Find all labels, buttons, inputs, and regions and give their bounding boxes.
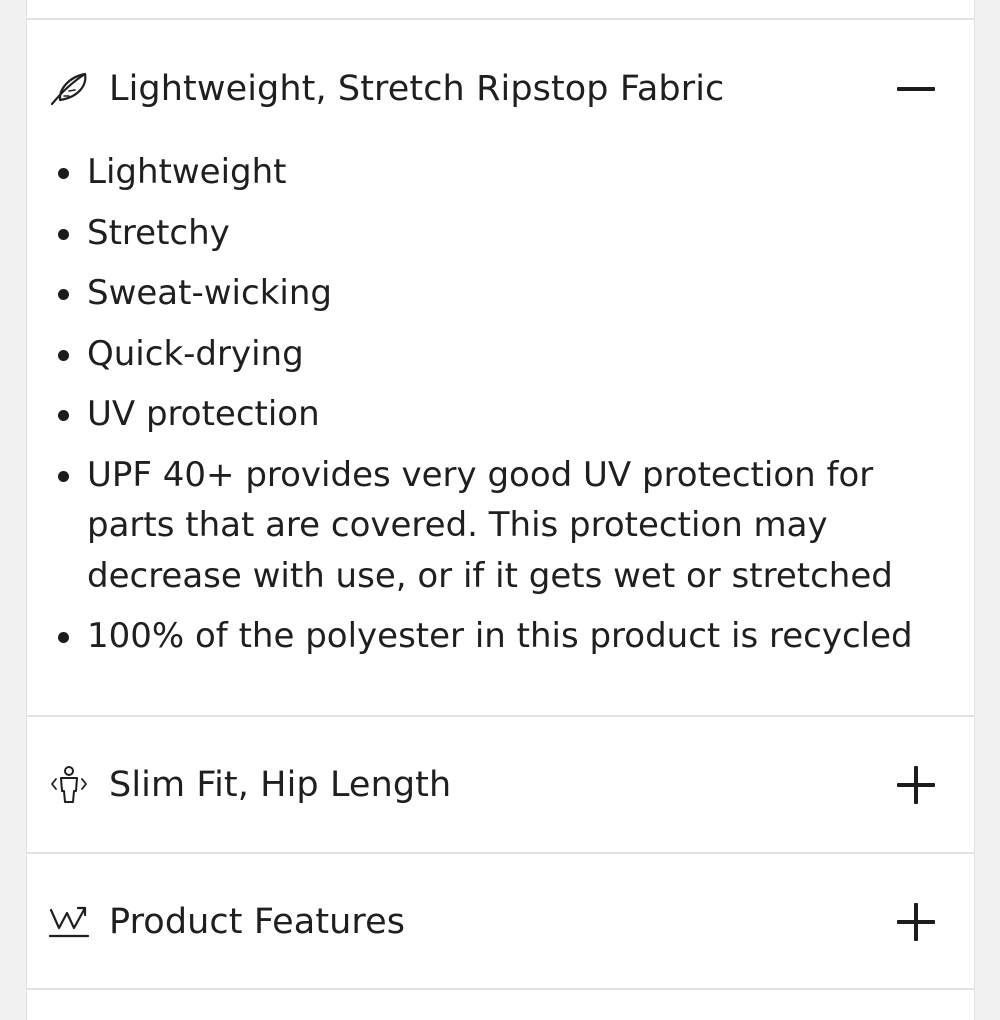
list-item: Quick-drying [57,329,937,380]
accordion-divider [27,988,974,990]
person-fit-icon [47,765,91,805]
plus-icon[interactable] [896,902,936,942]
accordion-divider [27,18,974,20]
accordion-header-features[interactable]: Product Features [27,872,974,972]
product-details-accordion: Lightweight, Stretch Ripstop Fabric Ligh… [26,0,975,1020]
accordion-header-fabric[interactable]: Lightweight, Stretch Ripstop Fabric [27,39,974,139]
list-item: 100% of the polyester in this product is… [57,611,937,662]
list-item: UPF 40+ provides very good UV protection… [57,450,937,602]
features-icon [47,902,91,942]
list-item: Lightweight [57,147,937,198]
accordion-divider [27,852,974,854]
accordion-header-fit[interactable]: Slim Fit, Hip Length [27,735,974,835]
accordion-title: Slim Fit, Hip Length [109,765,452,805]
accordion-title: Lightweight, Stretch Ripstop Fabric [109,69,725,109]
plus-icon[interactable] [896,765,936,805]
accordion-divider [27,715,974,717]
accordion-title: Product Features [109,902,406,942]
feather-icon [47,69,91,109]
minus-icon[interactable] [896,69,936,109]
list-item: Stretchy [57,208,937,259]
fabric-feature-list: Lightweight Stretchy Sweat-wicking Quick… [57,147,937,672]
list-item: Sweat-wicking [57,268,937,319]
list-item: UV protection [57,389,937,440]
